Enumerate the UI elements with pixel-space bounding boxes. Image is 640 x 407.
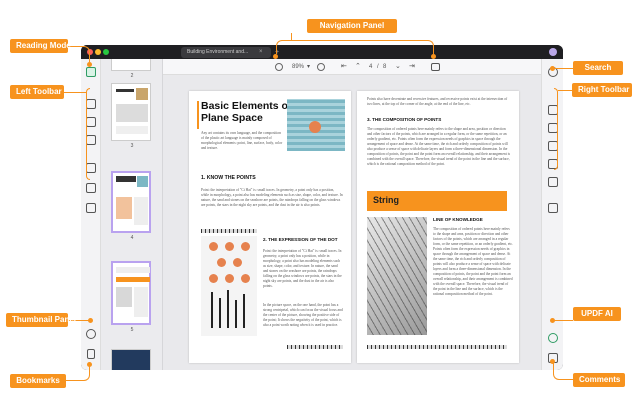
thumbnail-label: 5 <box>130 327 134 333</box>
callout-search: Search <box>573 61 623 75</box>
string-banner: String <box>367 191 507 211</box>
connector-line <box>554 88 558 170</box>
left-toolbar <box>81 59 101 370</box>
callout-left-toolbar: Left Toolbar <box>10 85 64 99</box>
decorative-hatch <box>287 345 343 349</box>
connector-dot <box>431 54 436 59</box>
intro-paragraph: Any art contains its own language, and t… <box>201 131 283 150</box>
decorative-hatch <box>201 229 257 233</box>
connector-line <box>553 68 573 69</box>
dots-sticks-illustration <box>201 236 257 336</box>
section-heading: 3. THE COMPOSITION OF POINTS <box>367 117 442 122</box>
page-title-line1: Basic Elements of <box>201 100 292 112</box>
presentation-icon[interactable] <box>431 63 440 71</box>
section-heading: 2. THE EXPRESSION OF THE DOT <box>263 237 338 242</box>
maximize-window-button[interactable] <box>103 49 109 55</box>
annotated-screenshot: Building Environment and... × + 2 3 4 5 … <box>0 0 640 407</box>
protect-icon[interactable] <box>86 203 96 213</box>
last-page-icon[interactable]: ⇥ <box>409 62 415 72</box>
user-avatar[interactable] <box>549 48 557 56</box>
page-separator: / <box>377 64 379 70</box>
document-tab[interactable]: Building Environment and... <box>181 47 271 58</box>
document-page-right: Points also have decentrate and recessiv… <box>357 91 519 363</box>
zoom-dropdown-icon[interactable]: ▾ <box>307 62 310 72</box>
connector-line <box>553 320 573 321</box>
tab-close-icon[interactable]: × <box>259 47 263 58</box>
callout-thumbnail-panel: Thumbnail Panel <box>6 313 76 327</box>
section-heading: 1. KNOW THE POINTS <box>201 175 256 181</box>
zoom-level[interactable]: 89% <box>292 62 304 72</box>
top-paragraph: Points also have decentrate and recessiv… <box>367 97 508 106</box>
banner-title: String <box>373 195 399 205</box>
prev-page-icon[interactable]: ⌃ <box>355 62 361 72</box>
connector-dot <box>550 66 555 71</box>
connector-dot <box>273 54 278 59</box>
thumbnail-page-6[interactable] <box>111 349 151 370</box>
updf-app-window: Building Environment and... × + 2 3 4 5 … <box>81 45 563 370</box>
thumbnail-label: 4 <box>130 235 134 241</box>
reading-mode-icon[interactable] <box>86 67 96 77</box>
connector-line <box>86 88 90 180</box>
minimize-window-button[interactable] <box>95 49 101 55</box>
zoom-in-icon[interactable] <box>317 63 325 71</box>
current-page-field[interactable]: 4 <box>369 62 372 72</box>
thumbnail-label: 3 <box>130 143 134 149</box>
connector-line <box>68 46 90 62</box>
page-title-line2: Plane Space <box>201 112 263 124</box>
navigation-toolbar: 89% ▾ ⇤ ⌃ 4 / 8 ⌄ ⇥ <box>163 59 541 75</box>
callout-reading-mode: Reading Mode <box>10 39 71 53</box>
thumbnail-page-5[interactable] <box>111 261 151 325</box>
connector-dot <box>88 318 93 323</box>
section-paragraph: Point: the interpretation of "Ci Hai" is… <box>263 249 342 288</box>
connector-dot <box>550 318 555 323</box>
architecture-photo <box>367 217 427 335</box>
connector-line <box>66 365 90 381</box>
decorative-hatch <box>367 345 507 349</box>
organize-pages-icon[interactable] <box>86 183 96 193</box>
callout-right-toolbar: Right Toolbar <box>572 83 632 97</box>
connector-line <box>558 90 572 91</box>
connector-dot <box>87 62 92 67</box>
section-paragraph: The composition of ordered points here m… <box>367 127 511 166</box>
updf-ai-icon[interactable] <box>548 333 558 343</box>
title-accent-bar <box>197 101 199 129</box>
connector-line <box>276 40 434 54</box>
zoom-out-icon[interactable] <box>275 63 283 71</box>
document-view[interactable]: 89% ▾ ⇤ ⌃ 4 / 8 ⌄ ⇥ Basic Elements of Pl… <box>163 59 541 370</box>
ai-assistant-icon[interactable] <box>86 329 96 339</box>
bookmark-icon[interactable] <box>87 349 95 359</box>
callout-bookmarks: Bookmarks <box>10 374 66 388</box>
section-heading: LINE OF KNOWLEDGE <box>433 217 483 222</box>
total-pages: 8 <box>383 64 387 70</box>
document-page-left: Basic Elements of Plane Space Any art co… <box>189 91 351 363</box>
thumbnail-page-1[interactable] <box>111 59 151 71</box>
teal-building-photo <box>287 99 345 151</box>
email-icon[interactable] <box>548 177 558 187</box>
section-paragraph: The composition of ordered points here m… <box>433 227 513 296</box>
thumbnail-panel: 2 3 4 5 <box>101 59 163 370</box>
section-paragraph: In the picture space, on the one hand, t… <box>263 303 343 327</box>
save-icon[interactable] <box>548 203 558 213</box>
callout-updf-ai: UPDF AI <box>573 307 621 321</box>
first-page-icon[interactable]: ⇤ <box>341 62 347 72</box>
connector-dot <box>550 359 555 364</box>
next-page-icon[interactable]: ⌄ <box>395 62 401 72</box>
connector-line <box>553 362 573 380</box>
right-toolbar <box>541 59 563 370</box>
callout-comments: Comments <box>573 373 625 387</box>
section-paragraph: Point: the interpretation of "Ci Hai" is… <box>201 188 343 207</box>
callout-navigation-panel: Navigation Panel <box>307 19 397 33</box>
thumbnail-page-4[interactable] <box>111 171 151 233</box>
connector-dot <box>87 362 92 367</box>
connector-line <box>64 92 86 93</box>
thumbnail-page-3[interactable] <box>111 83 151 141</box>
thumbnail-label: 2 <box>130 73 134 79</box>
